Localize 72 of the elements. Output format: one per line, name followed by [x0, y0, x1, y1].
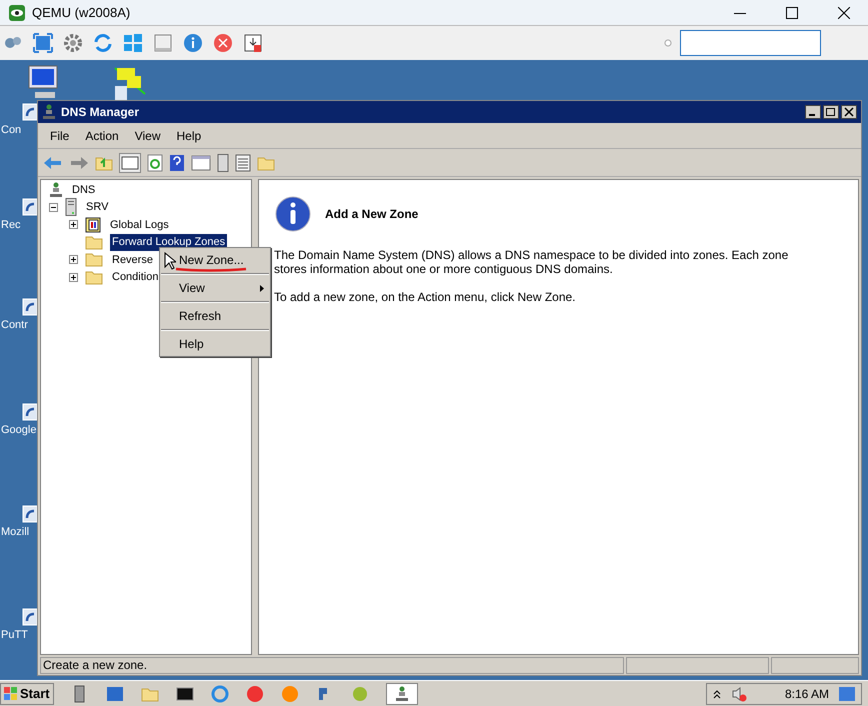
command-prompt-icon[interactable]: [176, 684, 194, 702]
fullscreen-icon[interactable]: [33, 33, 53, 53]
windows-logo-icon[interactable]: [123, 33, 143, 53]
windows-flag-icon: [4, 686, 18, 700]
expand-icon[interactable]: [69, 220, 78, 230]
desktop-icon-label[interactable]: PuTT: [0, 627, 28, 644]
context-menu-item[interactable]: New Zone...: [160, 250, 270, 270]
minimize-icon[interactable]: [805, 105, 821, 119]
expand-icon[interactable]: [69, 255, 78, 264]
refresh-icon[interactable]: [147, 154, 163, 172]
desktop-icon-label[interactable]: Rec: [0, 217, 21, 234]
tree-item[interactable]: DNS: [70, 182, 98, 198]
refresh-icon[interactable]: [93, 33, 113, 53]
tree-item[interactable]: Condition: [110, 269, 160, 286]
menu-item[interactable]: File: [50, 126, 70, 144]
forward-arrow-icon[interactable]: [69, 154, 89, 170]
download-window-icon[interactable]: [243, 33, 263, 53]
tree-item[interactable]: Reverse: [110, 252, 155, 268]
host-title: QEMU (w2008A): [32, 4, 130, 22]
server-network-icon: [42, 104, 56, 120]
chevron-up-icon[interactable]: [712, 688, 721, 698]
desktop-icon-label[interactable]: Google: [0, 422, 36, 438]
context-menu-item[interactable]: View: [160, 278, 270, 298]
maximize-icon[interactable]: [823, 105, 839, 119]
server-icon: [65, 198, 77, 216]
close-icon[interactable]: [838, 6, 850, 18]
menu-item[interactable]: View: [134, 126, 160, 144]
folder-icon: [85, 234, 103, 250]
tree-item[interactable]: Global Logs: [108, 216, 171, 233]
back-arrow-icon[interactable]: [43, 154, 63, 170]
list-icon[interactable]: [235, 154, 251, 172]
server-network-icon: [394, 686, 409, 702]
show-desktop-icon[interactable]: [839, 686, 855, 700]
submenu-arrow-icon: [260, 284, 264, 292]
desktop-icon-label[interactable]: Con: [0, 122, 22, 138]
power-off-icon[interactable]: [213, 33, 233, 53]
expand-icon[interactable]: [69, 272, 78, 282]
log-book-icon: [85, 216, 101, 233]
info-icon[interactable]: [183, 33, 203, 53]
server-network-icon: [49, 182, 63, 198]
mouse-cursor-icon: [164, 252, 176, 270]
start-button[interactable]: Start: [0, 682, 54, 704]
action-pane-icon[interactable]: [191, 154, 211, 172]
desktop-icon-label[interactable]: Mozill: [0, 524, 30, 540]
description-text: The Domain Name System (DNS) allows a DNS namespace to be divided into zones. Each zone stores information about one or more contiguous DNS domains.: [274, 248, 790, 276]
folder-icon: [85, 252, 103, 268]
close-icon[interactable]: [841, 105, 857, 119]
maximize-icon[interactable]: [786, 6, 798, 18]
collapse-icon[interactable]: [49, 202, 58, 212]
menu-item[interactable]: Help: [176, 126, 202, 144]
description-text: To add a new zone, on the Action menu, click New Zone.: [274, 290, 577, 304]
status-text: Create a new zone.: [40, 657, 624, 674]
clock[interactable]: 8:16 AM: [784, 684, 829, 702]
desktop-icon-label[interactable]: Contr: [0, 317, 28, 334]
annotation-underline: [175, 266, 247, 272]
text-field[interactable]: [680, 30, 821, 56]
menu-item[interactable]: Action: [85, 126, 119, 144]
eye-app-icon: [9, 4, 25, 20]
radio-icon[interactable]: [664, 39, 672, 47]
info-icon: [275, 196, 311, 232]
active-task-button[interactable]: [386, 682, 418, 704]
window-title: DNS Manager: [61, 104, 140, 121]
folder-icon: [85, 270, 103, 285]
help-icon[interactable]: [169, 154, 185, 172]
show-pane-icon[interactable]: [119, 152, 141, 172]
tree-item[interactable]: SRV: [84, 199, 110, 216]
muted-speaker-icon[interactable]: [730, 686, 747, 702]
details-heading: Add a New Zone: [325, 206, 418, 223]
settings-icon[interactable]: [63, 33, 83, 53]
context-menu-item[interactable]: Help: [160, 334, 270, 354]
context-menu-item[interactable]: Refresh: [160, 306, 270, 326]
server-icon[interactable]: [217, 152, 229, 172]
